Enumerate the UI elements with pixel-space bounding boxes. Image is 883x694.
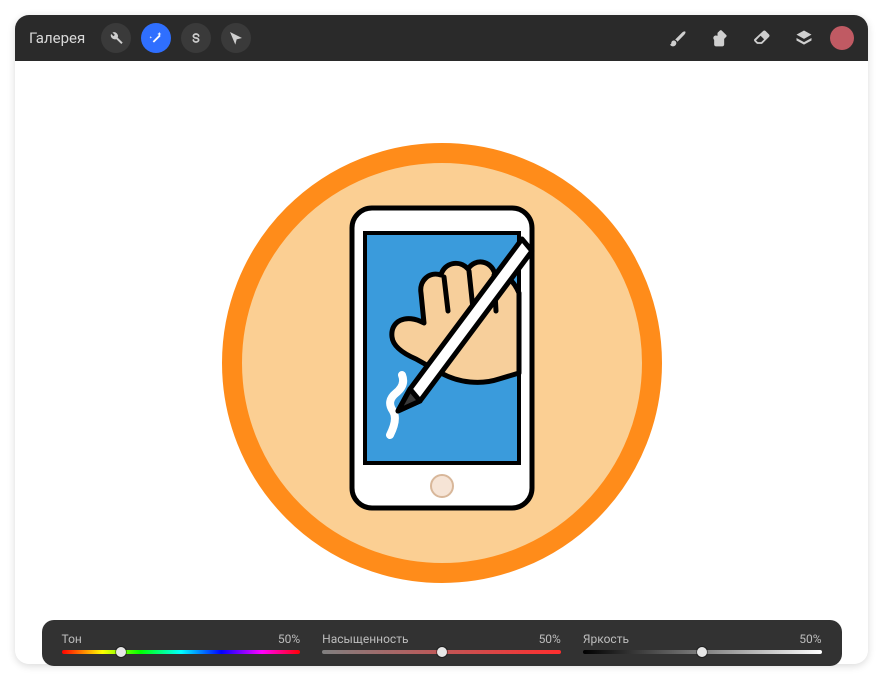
layers-icon: [794, 28, 814, 48]
smudge-icon: [710, 28, 730, 48]
toolbar-left: Галерея: [29, 23, 251, 53]
hue-slider[interactable]: [62, 650, 301, 654]
brightness-slider[interactable]: [583, 650, 822, 654]
app-window: Галерея: [15, 15, 868, 664]
paintbrush-button[interactable]: [662, 22, 694, 54]
hue-label: Тон: [62, 632, 82, 646]
toolbar-right: [662, 22, 854, 54]
brightness-thumb[interactable]: [697, 647, 707, 657]
eraser-button[interactable]: [746, 22, 778, 54]
selection-button[interactable]: [181, 23, 211, 53]
s-shape-icon: [188, 30, 204, 46]
toolbar: Галерея: [15, 15, 868, 61]
artwork-illustration: [222, 143, 662, 583]
saturation-thumb[interactable]: [437, 647, 447, 657]
arrow-icon: [228, 30, 244, 46]
transform-button[interactable]: [221, 23, 251, 53]
actions-button[interactable]: [101, 23, 131, 53]
wand-icon: [148, 30, 164, 46]
color-circle[interactable]: [830, 26, 854, 50]
brightness-slider-group: Яркость 50%: [583, 632, 822, 654]
hue-value: 50%: [278, 632, 300, 646]
canvas-area[interactable]: [15, 61, 868, 664]
adjustments-panel: Тон 50% Насыщенность 50% Яркость 50%: [42, 620, 842, 664]
brightness-label: Яркость: [583, 632, 629, 646]
paintbrush-icon: [668, 28, 688, 48]
hue-slider-group: Тон 50%: [62, 632, 301, 654]
smudge-button[interactable]: [704, 22, 736, 54]
saturation-slider[interactable]: [322, 650, 561, 654]
brightness-value: 50%: [799, 632, 821, 646]
eraser-icon: [752, 28, 772, 48]
saturation-label: Насыщенность: [322, 632, 408, 646]
wrench-icon: [108, 30, 124, 46]
adjustments-button[interactable]: [141, 23, 171, 53]
saturation-slider-group: Насыщенность 50%: [322, 632, 561, 654]
saturation-value: 50%: [539, 632, 561, 646]
hue-thumb[interactable]: [116, 647, 126, 657]
layers-button[interactable]: [788, 22, 820, 54]
gallery-button[interactable]: Галерея: [29, 29, 85, 47]
